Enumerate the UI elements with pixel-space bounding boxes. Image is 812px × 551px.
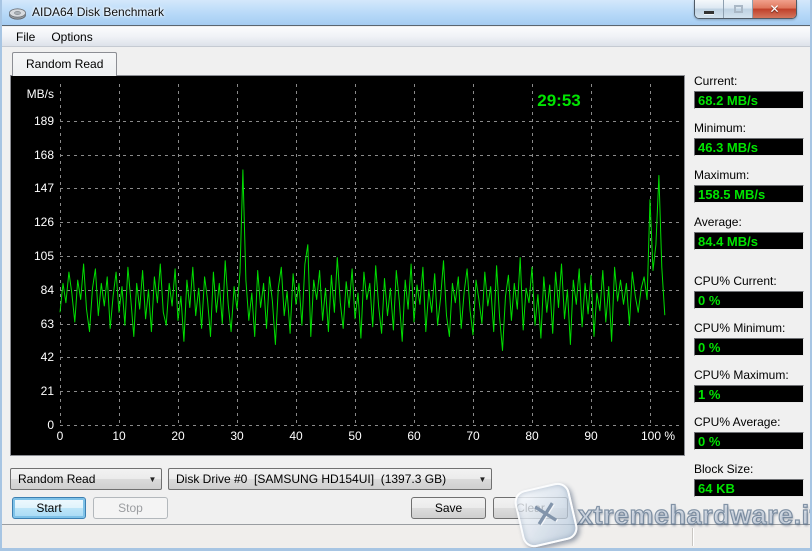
drive-select-value: Disk Drive #0 [SAMSUNG HD154UI] (1397.3 … [169, 472, 474, 486]
x-tick-10: 10 [112, 429, 126, 443]
maximize-button[interactable] [724, 0, 753, 18]
y-tick-42: 42 [41, 350, 55, 364]
x-tick-30: 30 [230, 429, 244, 443]
stat-label-cpu-average: CPU% Average: [694, 415, 804, 429]
start-button[interactable]: Start [12, 497, 86, 519]
x-tick-80: 80 [525, 429, 539, 443]
y-tick-21: 21 [41, 384, 55, 398]
y-tick-147: 147 [34, 181, 54, 195]
save-button[interactable]: Save [411, 497, 486, 519]
benchmark-chart-panel: 0 21 42 63 84 105 126 147 168 189 MB/s 0 10 20 30 40 50 6… [10, 75, 685, 456]
stat-label-average: Average: [694, 215, 804, 229]
x-tick-60: 60 [407, 429, 421, 443]
stat-label-cpu-minimum: CPU% Minimum: [694, 321, 804, 335]
y-tick-189: 189 [34, 114, 54, 128]
y-tick-105: 105 [34, 249, 54, 263]
minimize-button[interactable] [695, 0, 724, 18]
stat-label-cpu-current: CPU% Current: [694, 274, 804, 288]
y-tick-0: 0 [47, 418, 54, 432]
throughput-line [60, 170, 665, 351]
y-tick-84: 84 [41, 283, 55, 297]
elapsed-time: 29:53 [537, 91, 580, 110]
x-tick-50: 50 [348, 429, 362, 443]
stat-current: Current: 68.2 MB/s [694, 74, 804, 109]
status-bar-separator [692, 528, 693, 546]
stat-maximum: Maximum: 158.5 MB/s [694, 168, 804, 203]
stat-average: Average: 84.4 MB/s [694, 215, 804, 250]
stat-cpu-average: CPU% Average: 0 % [694, 415, 804, 450]
stat-cpu-minimum: CPU% Minimum: 0 % [694, 321, 804, 356]
y-tick-126: 126 [34, 215, 54, 229]
x-tick-100: 100 % [641, 429, 675, 443]
title-bar: AIDA64 Disk Benchmark ✕ [2, 0, 810, 26]
stat-value-cpu-average: 0 % [694, 432, 804, 450]
minimize-icon [704, 11, 714, 14]
app-window: AIDA64 Disk Benchmark ✕ File Options Ran… [0, 0, 812, 551]
stat-value-cpu-current: 0 % [694, 291, 804, 309]
stat-label-maximum: Maximum: [694, 168, 804, 182]
stat-value-block-size: 64 KB [694, 479, 804, 497]
stat-cpu-current: CPU% Current: 0 % [694, 274, 804, 309]
chevron-down-icon: ▼ [144, 475, 161, 484]
y-tick-168: 168 [34, 148, 54, 162]
x-tick-40: 40 [289, 429, 303, 443]
stat-label-minimum: Minimum: [694, 121, 804, 135]
chevron-down-icon: ▼ [474, 475, 491, 484]
stat-value-average: 84.4 MB/s [694, 232, 804, 250]
benchmark-chart: 0 21 42 63 84 105 126 147 168 189 MB/s 0 10 20 30 40 50 6… [11, 76, 684, 455]
menu-bar: File Options [2, 27, 810, 47]
tab-random-read[interactable]: Random Read [12, 52, 117, 76]
maximize-icon [734, 5, 743, 13]
status-bar [2, 524, 810, 548]
stat-minimum: Minimum: 46.3 MB/s [694, 121, 804, 156]
close-icon: ✕ [769, 2, 779, 16]
stat-label-cpu-maximum: CPU% Maximum: [694, 368, 804, 382]
close-button[interactable]: ✕ [753, 0, 796, 18]
stat-cpu-maximum: CPU% Maximum: 1 % [694, 368, 804, 403]
stat-label-current: Current: [694, 74, 804, 88]
disk-icon [9, 5, 26, 20]
stat-value-current: 68.2 MB/s [694, 91, 804, 109]
y-axis-label: MB/s [27, 87, 54, 101]
x-tick-20: 20 [171, 429, 185, 443]
stat-label-block-size: Block Size: [694, 462, 804, 476]
stat-value-minimum: 46.3 MB/s [694, 138, 804, 156]
window-controls: ✕ [694, 0, 797, 19]
clear-button[interactable]: Clear [493, 497, 568, 519]
menu-file[interactable]: File [8, 28, 43, 46]
menu-options[interactable]: Options [43, 28, 100, 46]
stat-block-size: Block Size: 64 KB [694, 462, 804, 497]
x-tick-70: 70 [466, 429, 480, 443]
benchmark-type-value: Random Read [11, 472, 144, 486]
stat-value-cpu-minimum: 0 % [694, 338, 804, 356]
benchmark-type-select[interactable]: Random Read ▼ [10, 468, 162, 490]
stats-panel: Current: 68.2 MB/s Minimum: 46.3 MB/s Maximu… [694, 74, 804, 509]
drive-select[interactable]: Disk Drive #0 [SAMSUNG HD154UI] (1397.3 … [168, 468, 492, 490]
x-tick-90: 90 [584, 429, 598, 443]
stat-value-cpu-maximum: 1 % [694, 385, 804, 403]
stop-button[interactable]: Stop [93, 497, 168, 519]
stat-value-maximum: 158.5 MB/s [694, 185, 804, 203]
x-tick-0: 0 [57, 429, 64, 443]
y-tick-63: 63 [41, 317, 55, 331]
window-title: AIDA64 Disk Benchmark [32, 5, 164, 19]
